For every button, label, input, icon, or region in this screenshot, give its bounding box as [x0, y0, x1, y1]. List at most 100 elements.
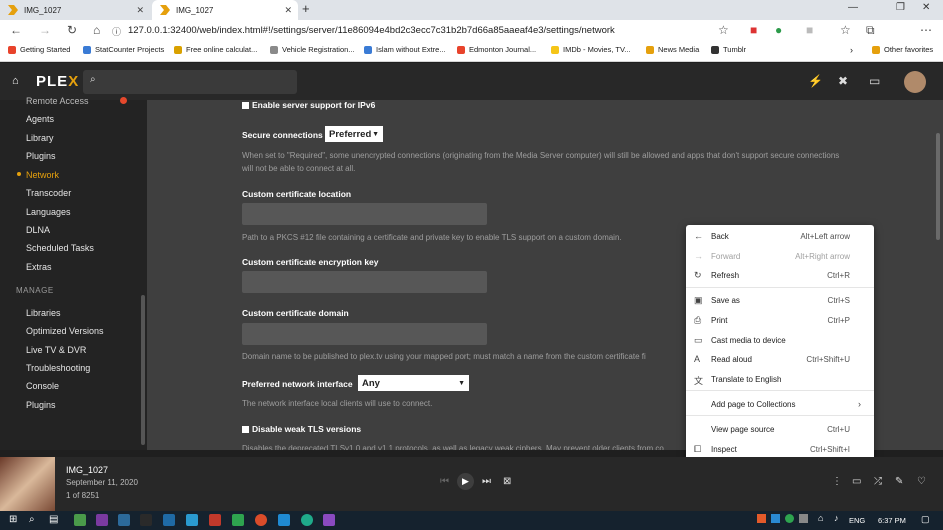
plex-logo[interactable]: PLEX: [36, 73, 79, 90]
extension-icon[interactable]: ■: [806, 23, 813, 37]
taskbar-app-icon[interactable]: [118, 514, 130, 526]
sidebar-item-remote-access[interactable]: Remote Access: [26, 96, 89, 106]
sidebar-item-console[interactable]: Console: [26, 381, 59, 391]
checkbox-checked-icon[interactable]: [242, 102, 249, 110]
outlook-icon[interactable]: [278, 514, 290, 526]
info-icon[interactable]: ⓘ: [112, 25, 121, 38]
cert-key-input[interactable]: [242, 271, 487, 293]
ipv6-checkbox-row[interactable]: Enable server support for IPv6: [242, 100, 375, 110]
refresh-icon[interactable]: ↻: [67, 23, 77, 37]
home-icon[interactable]: ⌂: [12, 75, 19, 87]
bookmark-folder[interactable]: News Media: [646, 45, 699, 54]
play-button[interactable]: ▶: [457, 473, 474, 490]
menu-item-back[interactable]: Back: [711, 232, 729, 241]
shuffle-icon[interactable]: ⤮: [874, 476, 882, 487]
search-input[interactable]: ⌕: [83, 70, 297, 94]
menu-item-save-as[interactable]: Save as: [711, 296, 740, 305]
sidebar-item-plugins-manage[interactable]: Plugins: [26, 400, 56, 410]
more-bookmarks-icon[interactable]: ›: [850, 45, 853, 55]
taskbar-app-icon[interactable]: [74, 514, 86, 526]
favorite-heart-icon[interactable]: ♡: [917, 476, 926, 487]
cast-icon[interactable]: ▭: [869, 74, 880, 88]
net-interface-select[interactable]: Any ▼: [358, 375, 469, 391]
close-tab-icon[interactable]: ✕: [284, 5, 292, 16]
taskbar-clock[interactable]: 6:37 PM: [878, 516, 906, 525]
tray-icon[interactable]: [799, 514, 808, 523]
browser-tab-active[interactable]: IMG_1027 ✕: [152, 0, 298, 20]
browser-tab[interactable]: IMG_1027 ✕: [0, 0, 150, 20]
menu-item-cast[interactable]: Cast media to device: [711, 336, 786, 345]
more-menu-icon[interactable]: ⋯: [920, 23, 932, 37]
menu-item-view-source[interactable]: View page source: [711, 425, 774, 434]
sidebar-item-scheduled-tasks[interactable]: Scheduled Tasks: [26, 243, 94, 253]
bookmark-item[interactable]: Islam without Extre...: [364, 45, 446, 54]
taskbar-app-icon[interactable]: [96, 514, 108, 526]
bookmark-item[interactable]: Free online calculat...: [174, 45, 257, 54]
favorite-star-icon[interactable]: ☆: [718, 23, 729, 37]
taskbar-language[interactable]: ENG: [849, 516, 865, 525]
back-icon[interactable]: ←: [10, 23, 22, 37]
media-title[interactable]: IMG_1027: [66, 465, 108, 475]
maximize-icon[interactable]: ❐: [896, 2, 905, 13]
taskbar-app-icon[interactable]: [323, 514, 335, 526]
search-icon[interactable]: ⌕: [29, 514, 35, 525]
volume-icon[interactable]: ♪: [834, 513, 839, 523]
task-view-icon[interactable]: ▤: [49, 514, 58, 525]
user-avatar[interactable]: [904, 71, 926, 93]
previous-icon[interactable]: ⏮: [440, 476, 449, 487]
cert-domain-input[interactable]: [242, 323, 487, 345]
edge-icon[interactable]: [301, 514, 313, 526]
sidebar-item-library[interactable]: Library: [26, 133, 54, 143]
sidebar-scrollbar[interactable]: [141, 295, 145, 445]
tray-icon[interactable]: [785, 514, 794, 523]
extension-icon[interactable]: ■: [750, 23, 757, 37]
menu-item-inspect[interactable]: Inspect: [711, 445, 737, 454]
menu-item-read-aloud[interactable]: Read aloud: [711, 355, 752, 364]
taskbar-app-icon[interactable]: [186, 514, 198, 526]
notifications-icon[interactable]: ▢: [921, 514, 930, 525]
taskbar-app-icon[interactable]: [209, 514, 221, 526]
sidebar-item-troubleshooting[interactable]: Troubleshooting: [26, 363, 90, 373]
network-icon[interactable]: ⌂: [818, 513, 823, 523]
minimize-icon[interactable]: —: [848, 2, 858, 13]
taskbar-app-icon[interactable]: [140, 514, 152, 526]
menu-item-forward[interactable]: Forward: [711, 252, 740, 261]
secure-connections-select[interactable]: Preferred ▼: [325, 126, 383, 142]
sidebar-item-languages[interactable]: Languages: [26, 207, 71, 217]
sidebar-item-optimized-versions[interactable]: Optimized Versions: [26, 326, 104, 336]
weak-tls-checkbox-row[interactable]: Disable weak TLS versions: [242, 424, 361, 434]
activity-icon[interactable]: ⚡: [808, 74, 823, 88]
menu-item-refresh[interactable]: Refresh: [711, 271, 739, 280]
menu-item-add-to-collections[interactable]: Add page to Collections: [711, 400, 796, 409]
forward-icon[interactable]: →: [39, 23, 51, 37]
cert-location-input[interactable]: [242, 203, 487, 225]
sidebar-item-network[interactable]: Network: [26, 170, 59, 180]
home-icon[interactable]: ⌂: [93, 23, 100, 37]
bookmark-item[interactable]: Edmonton Journal...: [457, 45, 536, 54]
sidebar-item-dlna[interactable]: DLNA: [26, 225, 50, 235]
url-field[interactable]: 127.0.0.1:32400/web/index.html#!/setting…: [128, 25, 615, 36]
sidebar-item-agents[interactable]: Agents: [26, 114, 54, 124]
next-icon[interactable]: ⏭: [482, 476, 491, 487]
menu-item-translate[interactable]: Translate to English: [711, 375, 781, 384]
other-favorites-folder[interactable]: Other favorites: [872, 45, 933, 54]
sidebar-item-transcoder[interactable]: Transcoder: [26, 188, 71, 198]
media-thumbnail[interactable]: [0, 457, 55, 511]
menu-item-print[interactable]: Print: [711, 316, 727, 325]
tray-icon[interactable]: [757, 514, 766, 523]
sidebar-item-libraries[interactable]: Libraries: [26, 308, 61, 318]
checkbox-unchecked-icon[interactable]: [242, 426, 249, 434]
tray-icon[interactable]: [771, 514, 780, 523]
sidebar-item-plugins[interactable]: Plugins: [26, 151, 56, 161]
sidebar-item-extras[interactable]: Extras: [26, 262, 52, 272]
bookmark-item[interactable]: Getting Started: [8, 45, 70, 54]
close-tab-icon[interactable]: ✕: [136, 5, 144, 16]
more-options-icon[interactable]: ⋮: [832, 476, 842, 487]
main-scrollbar[interactable]: [936, 133, 940, 240]
bookmark-item[interactable]: Vehicle Registration...: [270, 45, 355, 54]
chrome-icon[interactable]: [255, 514, 267, 526]
edit-icon[interactable]: ✎: [895, 476, 903, 487]
taskbar-app-icon[interactable]: [232, 514, 244, 526]
close-window-icon[interactable]: ✕: [922, 2, 930, 13]
grammarly-icon[interactable]: ●: [775, 23, 782, 37]
